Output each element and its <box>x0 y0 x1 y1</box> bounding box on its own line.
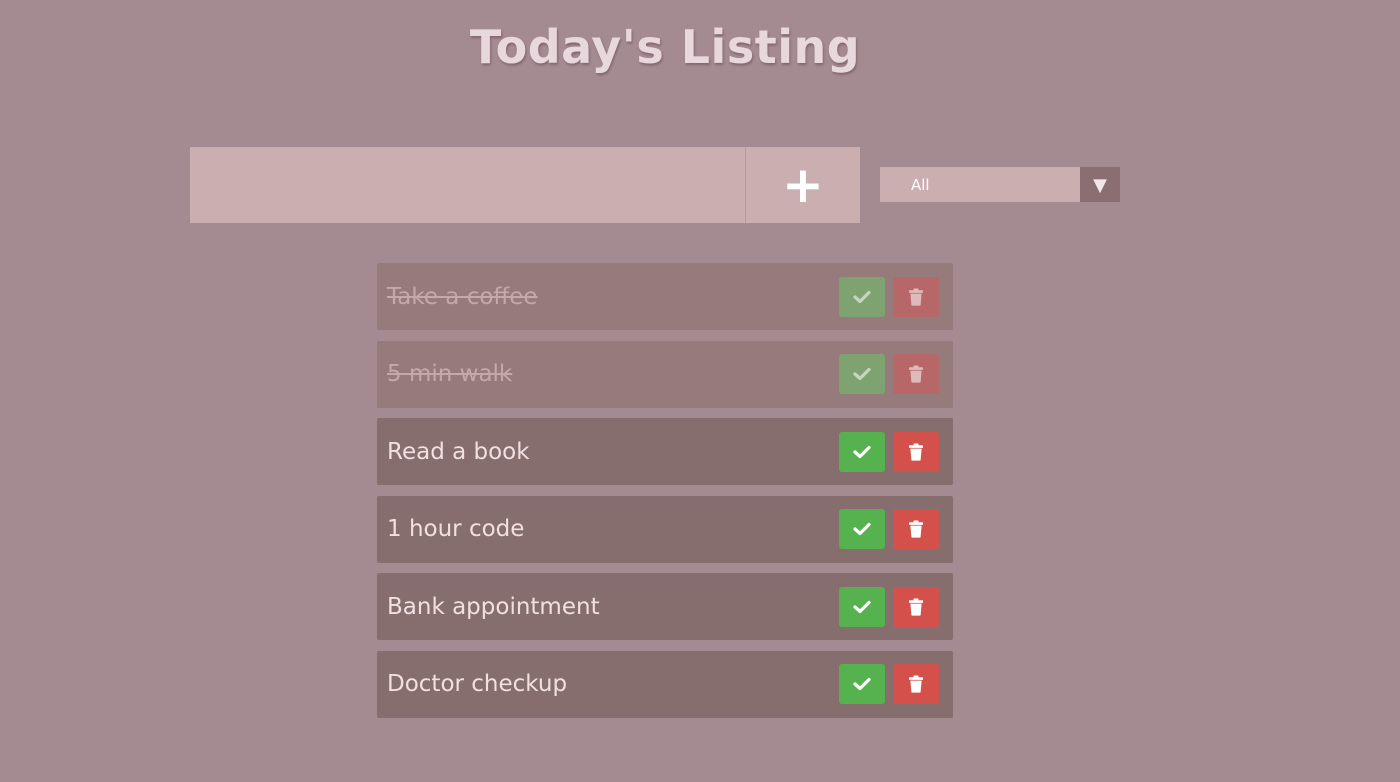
filter-select[interactable]: All ▼ <box>880 167 1120 202</box>
complete-button[interactable] <box>839 664 885 704</box>
todo-item: Read a book <box>377 418 953 485</box>
check-icon <box>853 600 871 613</box>
todo-item: Doctor checkup <box>377 650 953 718</box>
page-title: Today's Listing <box>469 20 861 74</box>
todo-text: 5 min walk <box>387 361 513 387</box>
todo-text: 1 hour code <box>387 516 525 542</box>
complete-button[interactable] <box>839 586 885 627</box>
todo-text: Read a book <box>387 438 530 465</box>
delete-button[interactable] <box>893 664 939 704</box>
add-todo-button[interactable]: + <box>745 147 860 223</box>
check-icon <box>853 677 871 691</box>
todo-list: Take a coffee 5 min walk Read a book 1 h… <box>377 263 953 728</box>
add-todo-form: + <box>190 147 860 223</box>
complete-button[interactable] <box>839 276 885 317</box>
trash-icon <box>909 288 923 306</box>
filter-selected-value: All <box>911 175 930 194</box>
todo-item: 5 min walk <box>377 340 953 408</box>
trash-icon <box>909 598 923 616</box>
check-icon <box>853 522 871 536</box>
complete-button[interactable] <box>839 431 885 472</box>
delete-button[interactable] <box>893 509 939 549</box>
todo-item: Take a coffee <box>377 263 953 330</box>
trash-icon <box>909 520 923 538</box>
trash-icon <box>909 675 923 693</box>
todo-input[interactable] <box>190 147 745 223</box>
delete-button[interactable] <box>893 276 939 317</box>
complete-button[interactable] <box>839 354 885 394</box>
todo-text: Doctor checkup <box>387 671 568 697</box>
complete-button[interactable] <box>839 509 885 549</box>
todo-text: Take a coffee <box>387 283 538 310</box>
todo-text: Bank appointment <box>387 593 600 620</box>
trash-icon <box>909 365 923 383</box>
check-icon <box>853 445 871 458</box>
delete-button[interactable] <box>893 354 939 394</box>
check-icon <box>853 367 871 381</box>
dropdown-arrow-icon: ▼ <box>1080 167 1120 202</box>
todo-item: Bank appointment <box>377 573 953 640</box>
check-icon <box>853 290 871 303</box>
todo-item: 1 hour code <box>377 495 953 563</box>
plus-icon: + <box>782 156 824 214</box>
delete-button[interactable] <box>893 431 939 472</box>
trash-icon <box>909 443 923 461</box>
delete-button[interactable] <box>893 586 939 627</box>
